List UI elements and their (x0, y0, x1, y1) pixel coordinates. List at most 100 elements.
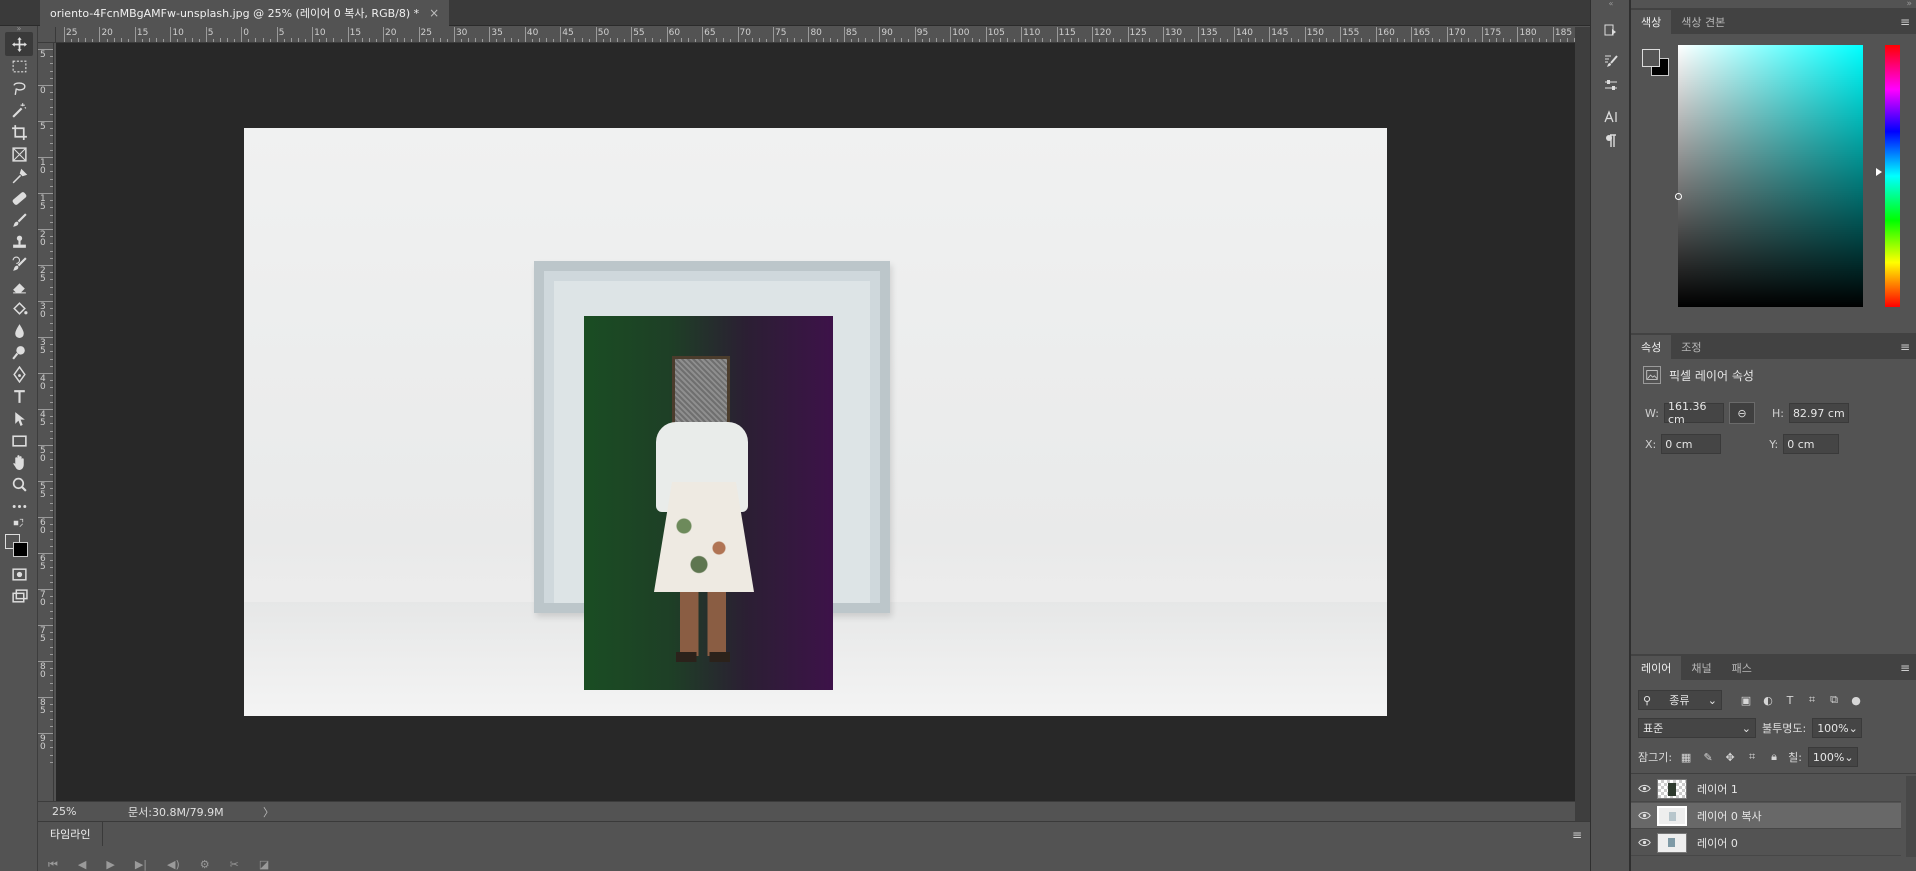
visibility-eye-icon[interactable] (1631, 836, 1657, 849)
play-icon[interactable]: ▶ (106, 858, 114, 871)
lock-position-icon[interactable]: ✥ (1722, 749, 1738, 765)
transition-icon[interactable]: ◪ (259, 858, 269, 871)
hand-tool-icon[interactable] (5, 450, 33, 474)
filter-pixel-icon[interactable]: ▣ (1738, 692, 1754, 708)
filter-adjustment-icon[interactable]: ◐ (1760, 692, 1776, 708)
collapse-panels-icon[interactable]: » (1906, 0, 1912, 9)
fill-field[interactable]: 100% ⌄ (1807, 747, 1858, 767)
lock-image-pixels-icon[interactable]: ✎ (1700, 749, 1716, 765)
next-frame-icon[interactable]: ▶| (135, 858, 147, 871)
collapse-strip-icon[interactable]: « (1591, 0, 1631, 8)
filter-toggle-icon[interactable]: ● (1848, 692, 1864, 708)
healing-brush-tool-icon[interactable] (5, 186, 33, 210)
lasso-tool-icon[interactable] (5, 76, 33, 100)
ruler-minor-tick (333, 38, 335, 42)
screen-mode-icon[interactable] (5, 584, 33, 608)
layer-kind-filter[interactable]: ⚲ 종류 ⌄ (1638, 690, 1722, 710)
split-icon[interactable]: ✂ (230, 858, 239, 871)
move-tool-icon[interactable] (5, 32, 33, 56)
filter-type-icon[interactable]: T (1782, 692, 1798, 708)
settings-icon[interactable]: ⚙ (200, 858, 210, 871)
background-color-swatch[interactable] (13, 542, 28, 557)
visibility-eye-icon[interactable] (1631, 782, 1657, 795)
tab-properties[interactable]: 속성 (1631, 335, 1672, 359)
magic-wand-tool-icon[interactable] (5, 98, 33, 122)
quick-mask-icon[interactable] (5, 562, 33, 586)
layer-row-selected[interactable]: 레이어 0 복사 (1631, 803, 1901, 829)
layer-row[interactable]: 레이어 1 (1631, 776, 1901, 802)
document-tab[interactable]: oriento-4FcnMBgAMFw-unsplash.jpg @ 25% (… (40, 0, 450, 26)
eyedropper-tool-icon[interactable] (5, 164, 33, 188)
audio-icon[interactable]: ◀) (167, 858, 180, 871)
history-panel-icon[interactable] (1599, 20, 1623, 42)
blend-mode-dropdown[interactable]: 표준 ⌄ (1638, 718, 1756, 738)
canvas-vertical-scrollbar[interactable] (1575, 27, 1590, 821)
ruler-tick (914, 27, 916, 42)
path-selection-tool-icon[interactable] (5, 406, 33, 430)
foreground-swatch[interactable] (1642, 49, 1660, 67)
dodge-tool-icon[interactable] (5, 340, 33, 364)
crop-tool-icon[interactable] (5, 120, 33, 144)
blur-tool-icon[interactable] (5, 318, 33, 342)
y-field[interactable]: 0 cm (1783, 434, 1840, 454)
visibility-eye-icon[interactable] (1631, 809, 1657, 822)
zoom-tool-icon[interactable] (5, 472, 33, 496)
canvas-area[interactable] (56, 43, 1575, 801)
horizontal-ruler[interactable]: 25 20 15 10 5 0 5 10 15 20 25 30 35 40 45 50 55 60 65 70 75 8… (56, 27, 1575, 43)
ruler-tick (560, 27, 562, 42)
first-frame-icon[interactable]: ⏮ (48, 858, 58, 871)
link-dimensions-icon[interactable]: ⊖ (1728, 402, 1755, 424)
tab-color[interactable]: 색상 (1631, 10, 1672, 34)
filter-shape-icon[interactable]: ⌗ (1804, 692, 1820, 708)
swap-colors-icon[interactable] (5, 516, 33, 530)
tab-paths[interactable]: 패스 (1722, 656, 1762, 680)
frame-tool-icon[interactable] (5, 142, 33, 166)
character-panel-icon[interactable] (1599, 106, 1623, 128)
opacity-field[interactable]: 100% ⌄ (1812, 718, 1863, 738)
lock-artboard-icon[interactable]: ⌗ (1744, 749, 1760, 765)
color-field[interactable] (1678, 45, 1863, 307)
filter-smart-object-icon[interactable]: ⧉ (1826, 692, 1842, 708)
width-field[interactable]: 161.36 cm (1663, 400, 1724, 426)
type-tool-icon[interactable] (5, 384, 33, 408)
x-field[interactable]: 0 cm (1661, 434, 1722, 454)
ruler-minor-tick (50, 380, 53, 382)
pen-tool-icon[interactable] (5, 362, 33, 386)
zoom-level[interactable]: 25% (52, 805, 128, 818)
more-tools-icon[interactable] (5, 494, 33, 518)
properties-panel-menu-icon[interactable]: ≡ (1900, 340, 1910, 354)
layers-scrollbar[interactable] (1906, 776, 1916, 857)
clone-stamp-tool-icon[interactable] (5, 230, 33, 254)
timeline-menu-icon[interactable]: ≡ (1572, 828, 1582, 842)
adjustments-sliders-icon[interactable] (1599, 74, 1623, 96)
rectangle-tool-icon[interactable] (5, 428, 33, 452)
layer-row[interactable]: 레이어 0 (1631, 830, 1901, 856)
paragraph-panel-icon[interactable] (1599, 130, 1623, 152)
history-brush-tool-icon[interactable] (5, 252, 33, 276)
brush-settings-icon[interactable] (1599, 50, 1623, 72)
tab-adjustments[interactable]: 조정 (1671, 335, 1711, 359)
rect-marquee-tool-icon[interactable] (5, 54, 33, 78)
status-menu-arrow-icon[interactable]: 〉 (263, 804, 274, 820)
hue-slider-handle[interactable] (1876, 168, 1882, 176)
layer-0-copy-image[interactable] (584, 316, 833, 690)
vertical-ruler[interactable]: 5 0 5 10 15 20 25 30 35 40 45 50 55 60 65 70 75 80 85 90 (38, 43, 54, 801)
tab-channels[interactable]: 채널 (1681, 656, 1721, 680)
brush-tool-icon[interactable] (5, 208, 33, 232)
tab-swatches[interactable]: 색상 견본 (1671, 10, 1735, 34)
paint-bucket-tool-icon[interactable] (5, 296, 33, 320)
color-panel-menu-icon[interactable]: ≡ (1900, 15, 1910, 29)
previous-frame-icon[interactable]: ◀ (78, 858, 86, 871)
color-picker-cursor[interactable] (1675, 193, 1682, 200)
tab-layers[interactable]: 레이어 (1631, 656, 1682, 680)
layers-panel-menu-icon[interactable]: ≡ (1900, 661, 1910, 675)
ruler-label: 50 (597, 28, 610, 38)
lock-transparency-icon[interactable]: ▦ (1678, 749, 1694, 765)
eraser-tool-icon[interactable] (5, 274, 33, 298)
tab-timeline[interactable]: 타임라인 (38, 822, 104, 846)
height-field[interactable]: 82.97 cm (1788, 403, 1849, 423)
close-tab-icon[interactable]: × (429, 6, 439, 20)
lock-all-icon[interactable]: 🔒︎ (1766, 749, 1782, 765)
hue-slider[interactable] (1885, 45, 1900, 307)
document-image[interactable] (244, 128, 1387, 716)
